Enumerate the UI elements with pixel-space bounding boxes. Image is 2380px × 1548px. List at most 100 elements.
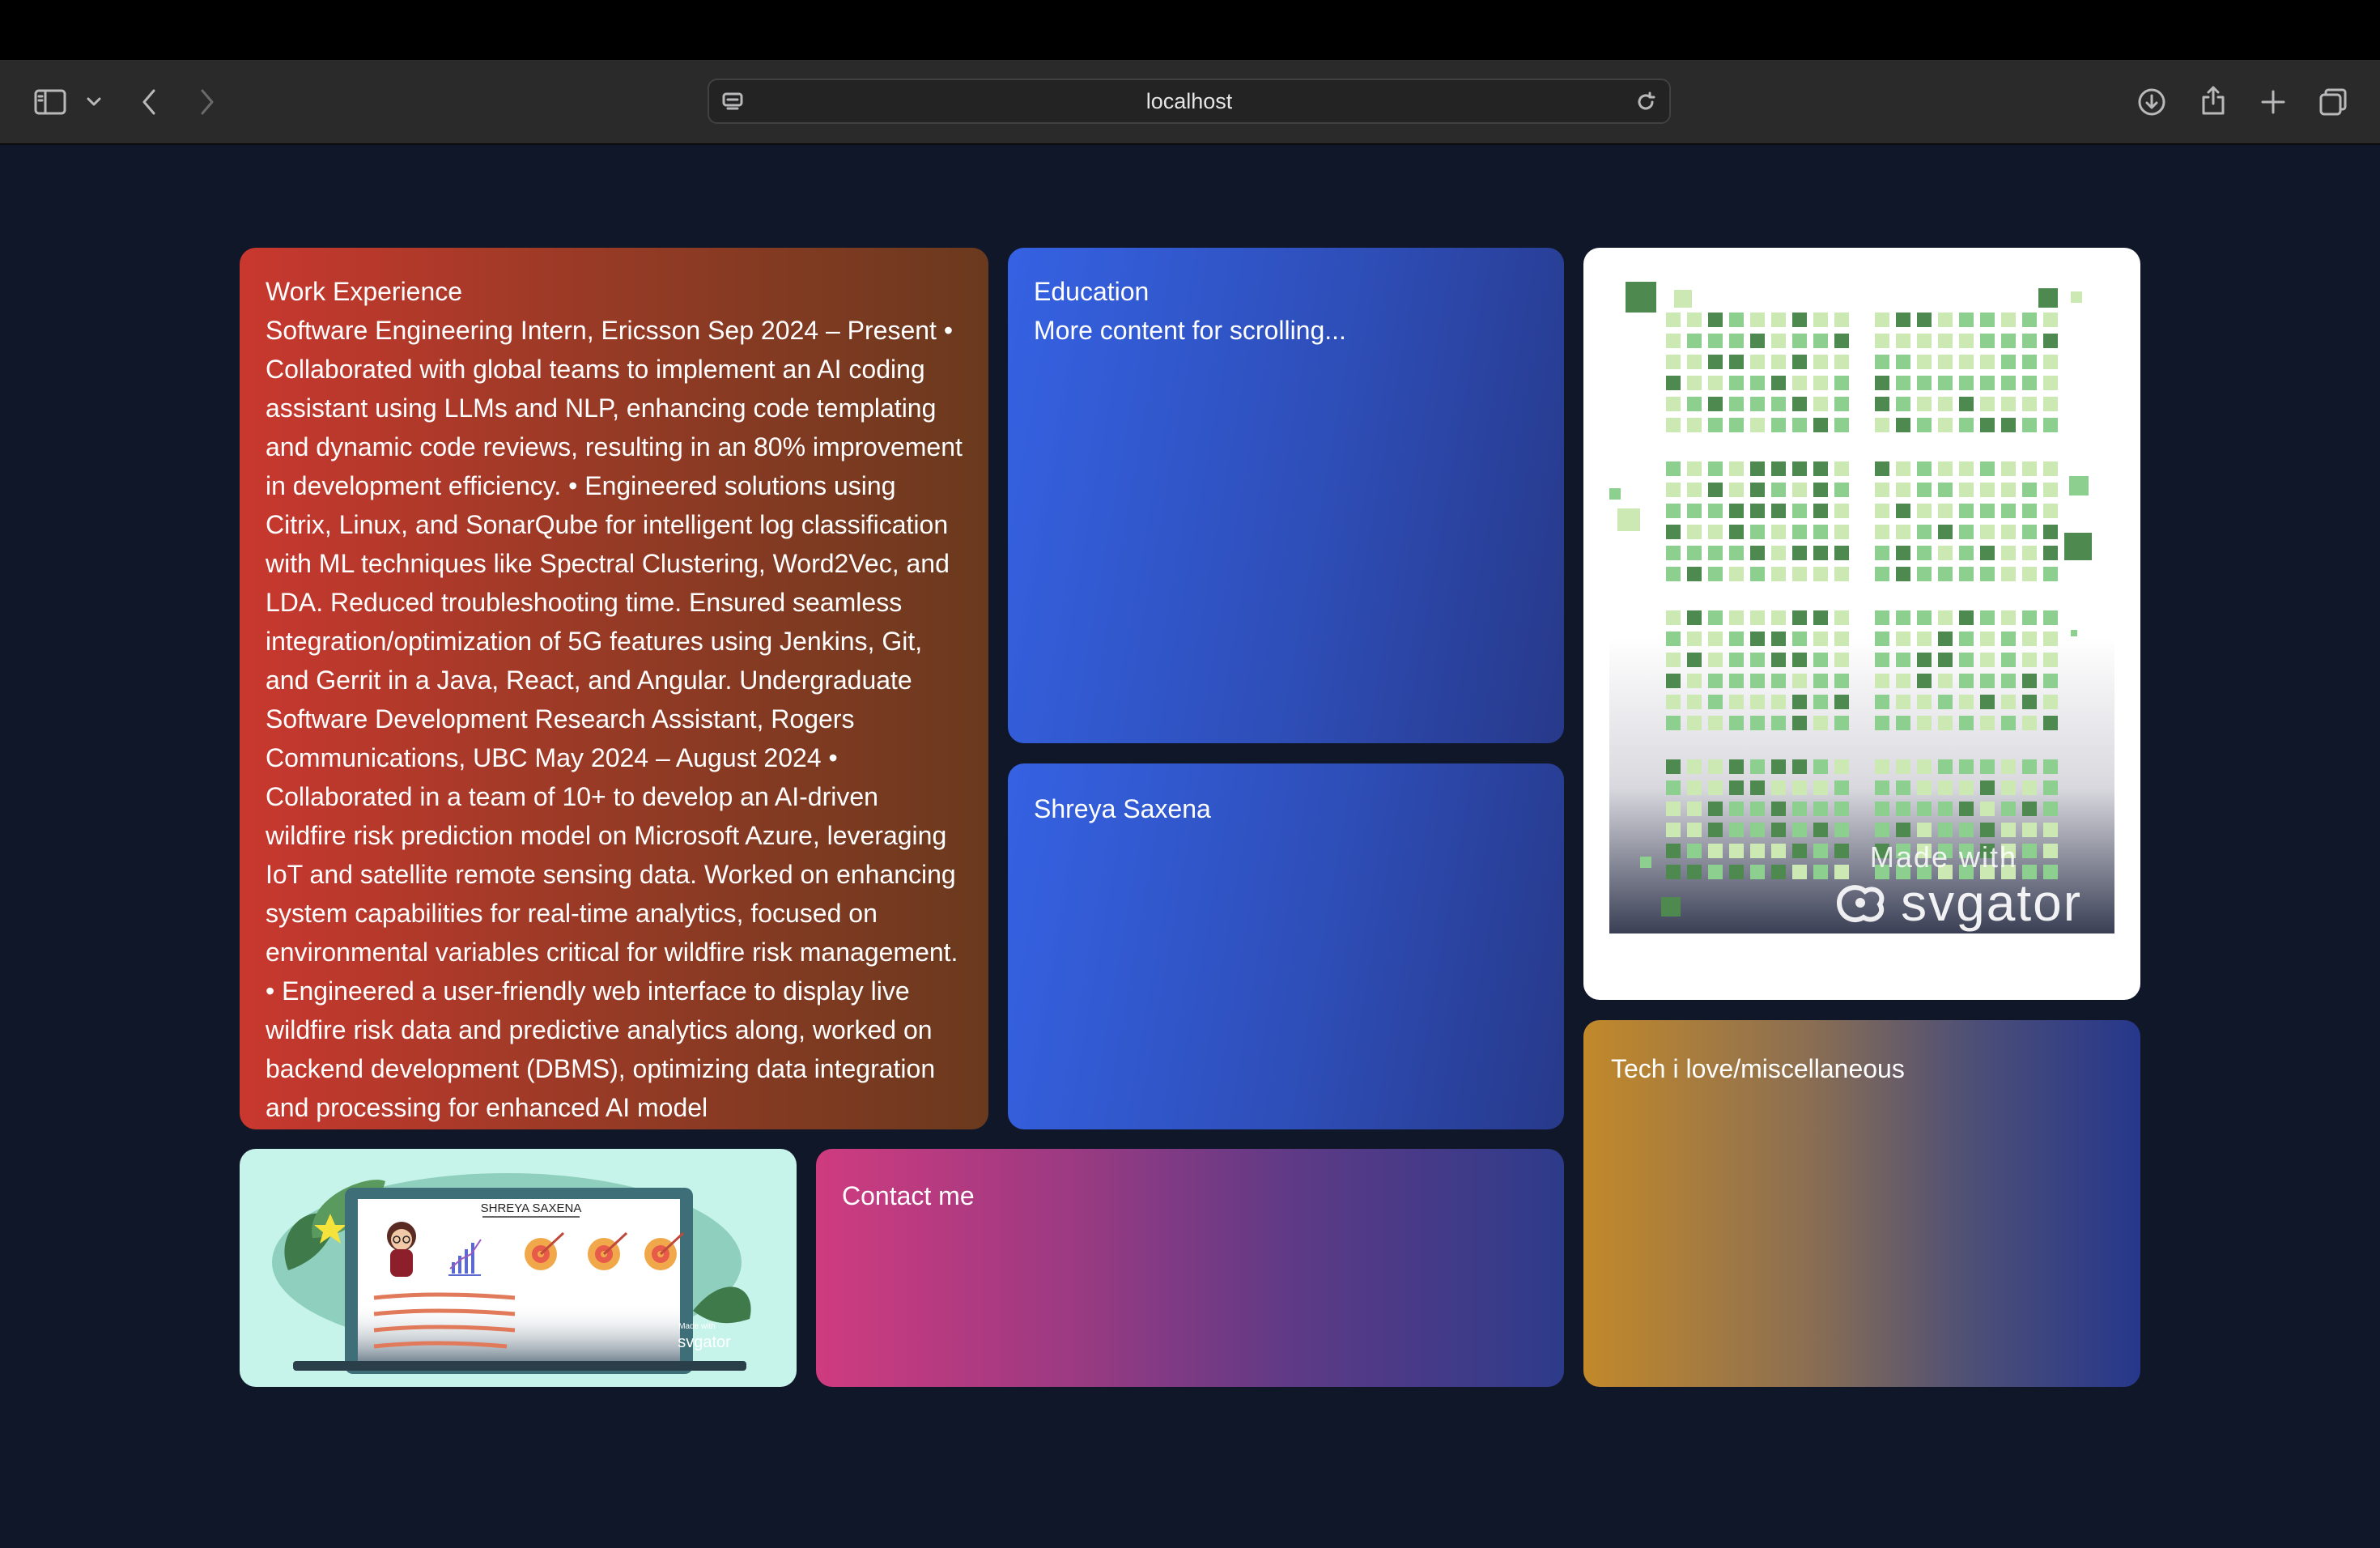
grid-square	[1917, 504, 1932, 518]
grid-square	[1834, 546, 1849, 560]
grid-square	[2001, 823, 2016, 837]
illustration-card[interactable]: SHREYA SAXENA Made with svgator	[240, 1149, 797, 1387]
grid-square	[1938, 695, 1953, 709]
grid-square	[1687, 376, 1702, 390]
grid-square	[1896, 504, 1910, 518]
grid-square	[1771, 418, 1786, 432]
grid-square	[1938, 313, 1953, 327]
tech-card[interactable]: Tech i love/miscellaneous	[1583, 1020, 2140, 1387]
grid-square	[1729, 716, 1744, 730]
grid-square	[2043, 483, 2058, 497]
grid-square	[1959, 376, 1974, 390]
grid-square	[1917, 610, 1932, 625]
download-icon[interactable]	[2134, 84, 2170, 120]
grid-square	[1917, 355, 1932, 369]
grid-square	[1896, 567, 1910, 581]
grid-square	[1666, 546, 1681, 560]
grid-square	[1959, 653, 1974, 667]
tab-overview-icon[interactable]	[2315, 84, 2351, 120]
forward-arrow-icon[interactable]	[191, 84, 223, 120]
grid-square	[1792, 865, 1807, 879]
profile-name-card[interactable]: Shreya Saxena	[1008, 763, 1564, 1129]
reload-icon[interactable]	[1632, 88, 1660, 116]
grid-square	[1771, 802, 1786, 816]
grid-square	[2001, 716, 2016, 730]
grid-square	[1834, 716, 1849, 730]
grid-square	[2001, 695, 2016, 709]
grid-square	[1938, 653, 1953, 667]
grid-square	[1875, 674, 1889, 688]
grid-square	[1687, 397, 1702, 411]
grid-square	[1834, 653, 1849, 667]
new-tab-icon[interactable]	[2255, 84, 2291, 120]
contact-card[interactable]: Contact me	[816, 1149, 1564, 1387]
animation-card[interactable]: Made with svgator	[1583, 248, 2140, 1000]
grid-square	[2001, 802, 2016, 816]
grid-square	[1980, 546, 1995, 560]
grid-square	[1813, 376, 1828, 390]
grid-square	[1771, 865, 1786, 879]
grid-square	[1771, 716, 1786, 730]
grid-square	[1834, 483, 1849, 497]
grid-square	[1896, 376, 1910, 390]
grid-square	[2001, 334, 2016, 348]
grid-square	[1980, 483, 1995, 497]
grid-square	[1792, 823, 1807, 837]
grid-square	[1792, 376, 1807, 390]
work-experience-title: Work Experience	[266, 277, 463, 306]
grid-square	[1875, 567, 1889, 581]
grid-square	[1980, 418, 1995, 432]
grid-square	[1708, 546, 1723, 560]
grid-square	[1959, 355, 1974, 369]
grid-square	[1792, 334, 1807, 348]
grid-square	[1666, 355, 1681, 369]
floating-square	[2069, 476, 2089, 495]
grid-square	[1687, 567, 1702, 581]
floating-square	[1609, 488, 1621, 500]
grid-square	[1917, 334, 1932, 348]
grid-square	[2001, 483, 2016, 497]
sidebar-toggle-icon[interactable]	[31, 83, 70, 121]
grid-square	[1959, 525, 1974, 539]
grid-square	[1708, 355, 1723, 369]
grid-square	[1666, 504, 1681, 518]
grid-square	[1980, 632, 1995, 646]
grid-square	[1938, 632, 1953, 646]
education-card[interactable]: Education More content for scrolling...	[1008, 248, 1564, 743]
grid-square	[1729, 334, 1744, 348]
grid-square	[1771, 397, 1786, 411]
grid-square	[1917, 759, 1932, 774]
grid-square	[2043, 567, 2058, 581]
grid-square	[1896, 823, 1910, 837]
share-icon[interactable]	[2195, 81, 2231, 120]
work-experience-card[interactable]: Work Experience Software Engineering Int…	[240, 248, 988, 1129]
grid-square	[1834, 844, 1849, 858]
grid-square	[1666, 844, 1681, 858]
grid-square	[1959, 483, 1974, 497]
grid-square	[1666, 610, 1681, 625]
grid-square	[1666, 865, 1681, 879]
grid-square	[1792, 546, 1807, 560]
grid-square	[1750, 483, 1765, 497]
grid-square	[2022, 844, 2037, 858]
grid-square	[1729, 844, 1744, 858]
grid-square	[2022, 418, 2037, 432]
grid-square	[1687, 844, 1702, 858]
grid-square	[1708, 567, 1723, 581]
grid-square	[1792, 397, 1807, 411]
grid-square	[2043, 397, 2058, 411]
grid-square	[1959, 610, 1974, 625]
grid-square	[1917, 780, 1932, 795]
grid-square	[1917, 567, 1932, 581]
address-bar[interactable]: localhost	[708, 79, 1671, 124]
chevron-down-icon[interactable]	[83, 91, 105, 113]
back-arrow-icon[interactable]	[133, 84, 165, 120]
grid-square	[1771, 504, 1786, 518]
grid-square	[2043, 418, 2058, 432]
grid-square	[2001, 546, 2016, 560]
grid-square	[1896, 674, 1910, 688]
grid-square	[1792, 780, 1807, 795]
grid-square	[1771, 844, 1786, 858]
grid-square	[1917, 632, 1932, 646]
grid-square	[1938, 759, 1953, 774]
